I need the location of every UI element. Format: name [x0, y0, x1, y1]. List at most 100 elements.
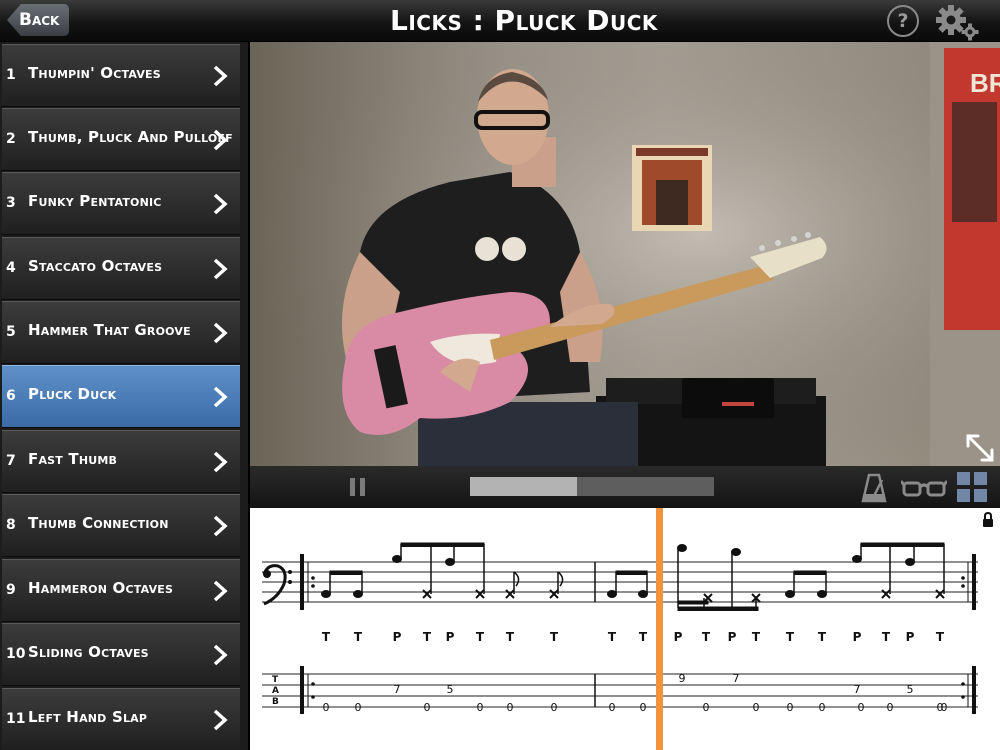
chevron-right-icon	[213, 644, 228, 666]
sheet-music[interactable]: T A B T T P T P T T T T T P T P T T T P …	[250, 508, 1000, 750]
tab-number: 0	[609, 701, 616, 714]
chevron-right-icon	[213, 451, 228, 473]
expand-icon[interactable]	[962, 430, 998, 466]
lick-item-2[interactable]: 2 Thumb, Pluck And Pulloff	[2, 108, 240, 171]
tab-number: 7	[394, 683, 401, 696]
technique-mark: P	[393, 630, 402, 644]
tab-number: 5	[447, 683, 454, 696]
lick-item-5[interactable]: 5 Hammer That Groove	[2, 301, 240, 364]
technique-mark: T	[506, 630, 515, 644]
tab-label: T A B	[272, 675, 279, 707]
chevron-right-icon	[213, 709, 228, 731]
lick-label: Thumb, Pluck And Pulloff	[28, 128, 233, 146]
lick-item-11[interactable]: 11 Left Hand Slap	[2, 688, 240, 750]
chevron-right-icon	[213, 129, 228, 151]
lick-number: 2	[6, 131, 16, 147]
tab-number: 0	[477, 701, 484, 714]
lick-number: 9	[6, 582, 16, 598]
technique-mark: T	[786, 630, 795, 644]
lick-item-3[interactable]: 3 Funky Pentatonic	[2, 172, 240, 235]
technique-mark: T	[702, 630, 711, 644]
lick-label: Thumb Connection	[28, 514, 169, 532]
tab-number: 0	[703, 701, 710, 714]
lick-item-10[interactable]: 10 Sliding Octaves	[2, 623, 240, 686]
lock-icon[interactable]	[982, 512, 994, 528]
tab-number: 7	[854, 683, 861, 696]
lick-label: Staccato Octaves	[28, 257, 163, 275]
tab-number: 0	[355, 701, 362, 714]
tab-number: 0	[323, 701, 330, 714]
staff	[262, 561, 978, 603]
technique-mark: T	[423, 630, 432, 644]
lick-number: 5	[6, 324, 16, 340]
lick-item-9[interactable]: 9 Hammeron Octaves	[2, 559, 240, 622]
lick-label: Thumpin' Octaves	[28, 64, 161, 82]
playhead[interactable]	[656, 508, 663, 750]
playback-progress[interactable]	[470, 477, 714, 496]
metronome-icon[interactable]	[860, 472, 888, 504]
technique-mark: T	[476, 630, 485, 644]
repeat-start	[300, 554, 315, 714]
chevron-right-icon	[213, 580, 228, 602]
technique-mark: T	[639, 630, 648, 644]
lick-item-1[interactable]: 1 Thumpin' Octaves	[2, 44, 240, 107]
bass-clef-icon	[262, 564, 292, 606]
tab-number: 0	[424, 701, 431, 714]
lick-label: Fast Thumb	[28, 450, 118, 468]
lick-list: 1 Thumpin' Octaves 2 Thumb, Pluck And Pu…	[0, 42, 248, 750]
tab-number: 0	[507, 701, 514, 714]
technique-mark: P	[906, 630, 915, 644]
chevron-right-icon	[213, 515, 228, 537]
tab-number: 0	[753, 701, 760, 714]
technique-mark: P	[674, 630, 683, 644]
repeat-end	[961, 554, 976, 714]
lick-number: 8	[6, 517, 16, 533]
lick-number: 1	[6, 67, 16, 83]
technique-mark: T	[322, 630, 331, 644]
pause-icon[interactable]	[348, 476, 368, 498]
top-bar: Back Licks : Pluck Duck ?	[0, 0, 1000, 42]
lick-number: 10	[6, 646, 26, 662]
tab-number: 5	[907, 683, 914, 696]
page-title: Licks : Pluck Duck	[390, 4, 658, 37]
technique-mark: P	[728, 630, 737, 644]
back-button[interactable]: Back	[7, 4, 69, 36]
lick-number: 4	[6, 260, 16, 276]
technique-mark: T	[936, 630, 945, 644]
gear-icon[interactable]	[934, 3, 982, 41]
lick-item-8[interactable]: 8 Thumb Connection	[2, 494, 240, 557]
lick-item-7[interactable]: 7 Fast Thumb	[2, 430, 240, 493]
help-icon[interactable]: ?	[887, 5, 919, 37]
notes	[321, 542, 945, 611]
technique-mark: P	[853, 630, 862, 644]
lick-item-6-selected[interactable]: 6 Pluck Duck	[2, 365, 240, 428]
tab-number: 7	[733, 672, 740, 685]
tab-number: 0	[858, 701, 865, 714]
video-frame: BR	[250, 42, 1000, 466]
tab-number: 0	[640, 701, 647, 714]
glasses-icon[interactable]	[901, 476, 947, 500]
lick-number: 6	[6, 388, 16, 404]
lick-label: Pluck Duck	[28, 385, 117, 403]
lick-item-4[interactable]: 4 Staccato Octaves	[2, 237, 240, 300]
lick-number: 3	[6, 195, 16, 211]
technique-mark: T	[608, 630, 617, 644]
lick-number: 11	[6, 711, 26, 727]
tab-letter: A	[272, 686, 279, 696]
lick-label: Hammeron Octaves	[28, 579, 174, 597]
technique-mark: T	[752, 630, 761, 644]
chevron-right-icon	[213, 386, 228, 408]
technique-mark: P	[446, 630, 455, 644]
grid-view-icon[interactable]	[956, 471, 988, 503]
video-player[interactable]: BR	[250, 42, 1000, 466]
technique-mark: T	[882, 630, 891, 644]
chevron-right-icon	[213, 322, 228, 344]
tab-staff	[262, 673, 978, 708]
chevron-right-icon	[213, 193, 228, 215]
technique-mark: T	[550, 630, 559, 644]
progress-fill	[470, 477, 578, 496]
score: T A B T T P T P T T T T T P T P T T T P …	[262, 508, 978, 750]
lick-label: Left Hand Slap	[28, 708, 148, 726]
chevron-right-icon	[213, 65, 228, 87]
tab-number: 0	[887, 701, 894, 714]
